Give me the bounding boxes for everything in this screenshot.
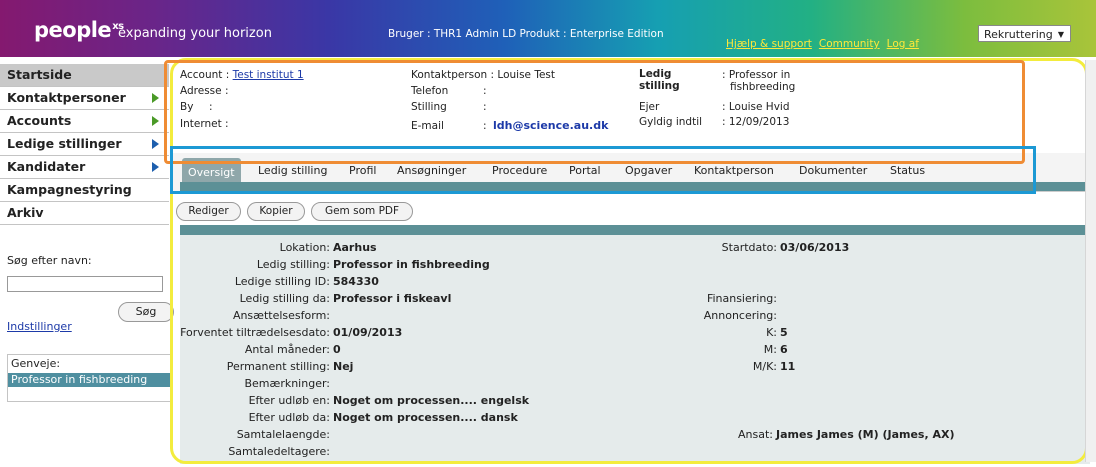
sidebar-item-startside[interactable]: Startside — [0, 64, 169, 87]
shortcuts-panel: Genveje: Professor in fishbreeding — [7, 354, 172, 402]
search-label: Søg efter navn: — [7, 254, 92, 267]
shortcut-item[interactable]: Professor in fishbreeding — [8, 373, 171, 387]
sidebar-item-ledige-stillinger[interactable]: Ledige stillinger — [0, 133, 169, 156]
app-header: peoplexs expanding your horizon Bruger :… — [0, 0, 1096, 57]
community-link[interactable]: Community — [819, 38, 880, 50]
help-support-link[interactable]: Hjælp & support — [726, 38, 812, 50]
shortcuts-label: Genveje: — [11, 357, 61, 370]
arrow-right-icon — [152, 162, 159, 172]
search-input[interactable] — [7, 276, 163, 292]
sidebar-item-accounts[interactable]: Accounts — [0, 110, 169, 133]
sidebar-item-kontaktpersoner[interactable]: Kontaktpersoner — [0, 87, 169, 110]
sidebar-item-kandidater[interactable]: Kandidater — [0, 156, 169, 179]
module-select[interactable]: Rekruttering ▼ — [978, 25, 1071, 42]
app-logo[interactable]: peoplexs — [34, 18, 124, 42]
arrow-right-icon — [152, 139, 159, 149]
vertical-scrollbar[interactable] — [1085, 60, 1096, 462]
header-links: Hjælp & support Community Log af — [726, 38, 926, 50]
highlight-box-blue — [170, 146, 1036, 194]
arrow-right-icon — [152, 116, 159, 126]
settings-link[interactable]: Indstillinger — [7, 320, 72, 333]
user-info: Bruger : THR1 Admin LD Produkt : Enterpr… — [388, 28, 664, 40]
chevron-down-icon: ▼ — [1057, 30, 1064, 39]
search-button[interactable]: Søg — [118, 302, 174, 322]
sidebar-item-kampagnestyring[interactable]: Kampagnestyring — [0, 179, 169, 202]
app-tagline: expanding your horizon — [118, 26, 272, 41]
sidebar-item-arkiv[interactable]: Arkiv — [0, 202, 169, 225]
sidebar-nav: Startside Kontaktpersoner Accounts Ledig… — [0, 64, 169, 225]
logout-link[interactable]: Log af — [887, 38, 919, 50]
arrow-right-icon — [152, 93, 159, 103]
